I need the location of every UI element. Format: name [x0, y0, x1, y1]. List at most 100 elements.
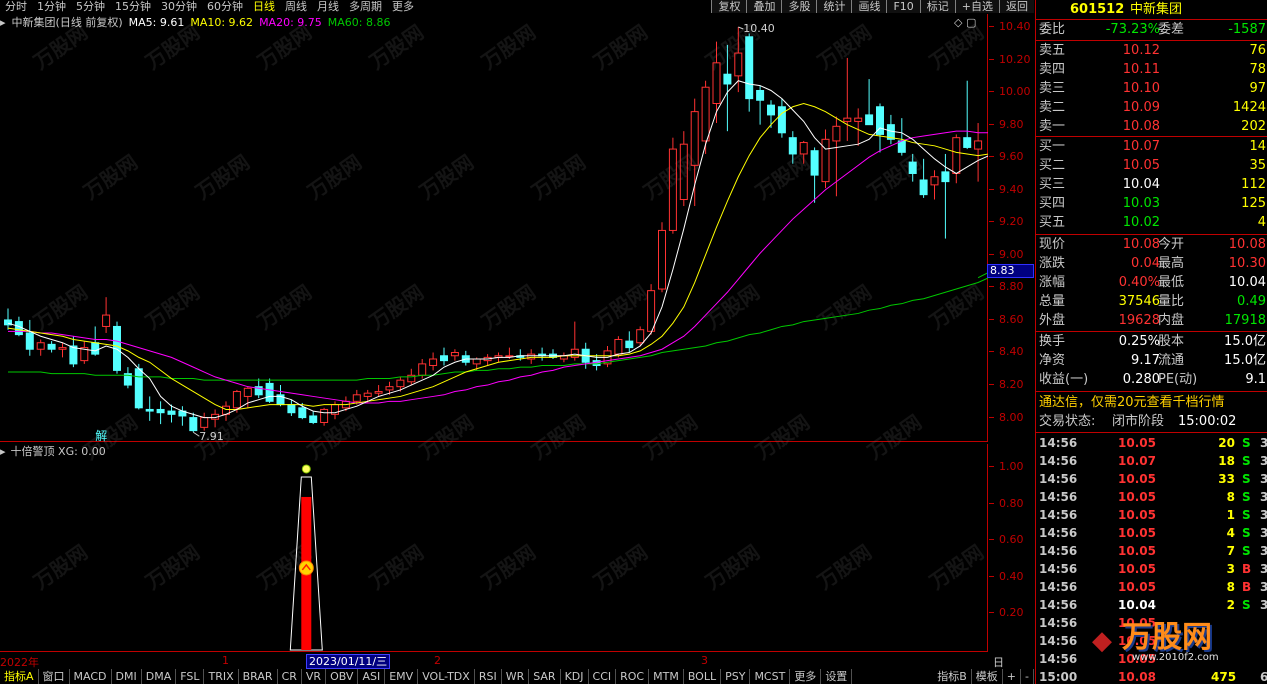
- fund-value: 9.17: [1131, 353, 1160, 368]
- watermark-text: 万股网: [638, 150, 702, 205]
- indicator-tab-18[interactable]: CCI: [589, 669, 617, 684]
- order-ratio-row: 委比 -73.23% 委差 -1587: [1036, 20, 1267, 39]
- candle: [440, 347, 448, 366]
- promo-row[interactable]: 通达信，仅需20元查看千档行情: [1036, 393, 1267, 412]
- right-tab-0[interactable]: 指标B: [933, 669, 972, 684]
- tick-time: 14:56: [1039, 616, 1078, 630]
- watermark-text: 万股网: [862, 150, 926, 205]
- watermark-text: 万股网: [190, 150, 254, 205]
- tick-time: 14:56: [1039, 652, 1078, 666]
- candle: [47, 341, 56, 353]
- watermark-text: 万股网: [812, 540, 876, 595]
- indicator-tab-23[interactable]: MCST: [750, 669, 791, 684]
- right-tab-1[interactable]: 模板: [972, 669, 1003, 684]
- indicator-tab-21[interactable]: BOLL: [684, 669, 722, 684]
- chart-settings-icons[interactable]: ◇ ▢: [954, 16, 976, 29]
- indicator-tab-16[interactable]: SAR: [529, 669, 561, 684]
- bid-volume: 35: [1249, 158, 1266, 173]
- indicator-tab-10[interactable]: OBV: [326, 669, 359, 684]
- indicator-tab-14[interactable]: RSI: [475, 669, 502, 684]
- indicator-tab-20[interactable]: MTM: [649, 669, 684, 684]
- indicator-tab-22[interactable]: PSY: [721, 669, 751, 684]
- fund-label: 股本: [1158, 334, 1185, 349]
- price-tick: 9.20: [989, 215, 1034, 228]
- candle: [930, 170, 939, 200]
- stat-row: 现价 10.08 今开 10.08: [1036, 235, 1267, 254]
- stat-value: 0.04: [1131, 256, 1160, 271]
- ask-volume: 97: [1249, 81, 1266, 96]
- low-label: 7.91: [199, 430, 224, 443]
- x-label-month-2: 2: [434, 654, 441, 667]
- status-label: 交易状态:: [1039, 414, 1096, 429]
- indicator-tab-8[interactable]: CR: [278, 669, 302, 684]
- bid-price: 10.03: [1122, 196, 1160, 211]
- candle: [527, 349, 536, 364]
- candle: [821, 129, 830, 189]
- indicator-tab-4[interactable]: DMA: [142, 669, 177, 684]
- tick-volume: 4: [1226, 526, 1235, 540]
- indicator-tab-6[interactable]: TRIX: [204, 669, 239, 684]
- bid-price: 10.02: [1122, 215, 1160, 230]
- x-label-month-1: 1: [222, 654, 229, 667]
- indicator-tab-13[interactable]: VOL-TDX: [418, 669, 475, 684]
- indicator-tab-25[interactable]: 设置: [821, 669, 853, 684]
- candle: [287, 399, 296, 416]
- indicator-tab-5[interactable]: FSL: [176, 669, 205, 684]
- legend-ma5: MA5: 9.61: [128, 16, 185, 29]
- indicator-tab-19[interactable]: ROC: [616, 669, 650, 684]
- indicator-tab-7[interactable]: BRAR: [239, 669, 278, 684]
- tool-button-8[interactable]: 返回: [999, 0, 1034, 13]
- watermark-text: 万股网: [750, 150, 814, 205]
- tick-price: 10.05: [1118, 508, 1156, 522]
- indicator-tab-2[interactable]: MACD: [70, 669, 112, 684]
- indicator-tab-1[interactable]: 窗口: [39, 669, 70, 684]
- indicator-tab-0[interactable]: 指标A: [0, 669, 39, 684]
- tick-volume: 20: [1218, 436, 1235, 450]
- tick-time: 14:56: [1039, 436, 1078, 450]
- ask-price: 10.08: [1122, 119, 1160, 134]
- bid-label: 买一: [1039, 139, 1066, 154]
- tick-row: 14:56 10.05 7 S 3: [1036, 542, 1267, 560]
- ask-label: 卖二: [1039, 100, 1066, 115]
- candle: [276, 385, 285, 407]
- wb-value: -73.23%: [1105, 22, 1160, 37]
- add-icon[interactable]: +: [1003, 669, 1022, 684]
- fund-value: 15.0亿: [1224, 334, 1266, 349]
- stat-label: 现价: [1039, 237, 1066, 252]
- indicator-tick: 1.00: [989, 460, 1034, 473]
- candle: [156, 401, 165, 425]
- tick-price: 10.07: [1118, 454, 1156, 468]
- indicator-tab-9[interactable]: VR: [302, 669, 327, 684]
- bid-price: 10.04: [1122, 177, 1160, 192]
- indicator-tab-3[interactable]: DMI: [112, 669, 142, 684]
- stat-row: 涨跌 0.04 最高 10.30: [1036, 254, 1267, 273]
- indicator-tab-17[interactable]: KDJ: [561, 669, 589, 684]
- candle: [374, 385, 383, 397]
- bid-row: 买二 10.05 35: [1036, 156, 1267, 175]
- candle: [309, 411, 318, 425]
- ask-label: 卖五: [1039, 43, 1066, 58]
- tick-count: 3: [1260, 562, 1267, 576]
- candle: [178, 406, 187, 426]
- indicator-tab-15[interactable]: WR: [502, 669, 530, 684]
- stat-label: 最高: [1158, 256, 1185, 271]
- stat-row: 涨幅 0.40% 最低 10.04: [1036, 273, 1267, 292]
- candle: [69, 336, 78, 368]
- fund-label: 净资: [1039, 353, 1066, 368]
- candle: [865, 79, 874, 126]
- indicator-tab-12[interactable]: EMV: [385, 669, 419, 684]
- candle: [483, 354, 492, 366]
- watermark-text: 万股网: [700, 280, 764, 335]
- price-tick: 9.80: [989, 118, 1034, 131]
- kline-chart[interactable]: 万股网 万股网 万股网 万股网 万股网 万股网 万股网 万股网 万股网万股网 万股网 万股网 万股网万…: [0, 0, 988, 653]
- candle: [625, 331, 634, 353]
- tick-price: 10.05: [1118, 562, 1156, 576]
- indicator-tab-24[interactable]: 更多: [790, 669, 822, 684]
- remove-icon[interactable]: -: [1021, 669, 1034, 684]
- bid-price: 10.07: [1122, 139, 1160, 154]
- tick-time: 14:56: [1039, 562, 1078, 576]
- promo-text[interactable]: 通达信，仅需20元查看千档行情: [1039, 393, 1225, 412]
- tick-side: B: [1242, 580, 1252, 594]
- indicator-tab-11[interactable]: ASI: [358, 669, 386, 684]
- fund-label: PE(动): [1158, 372, 1198, 387]
